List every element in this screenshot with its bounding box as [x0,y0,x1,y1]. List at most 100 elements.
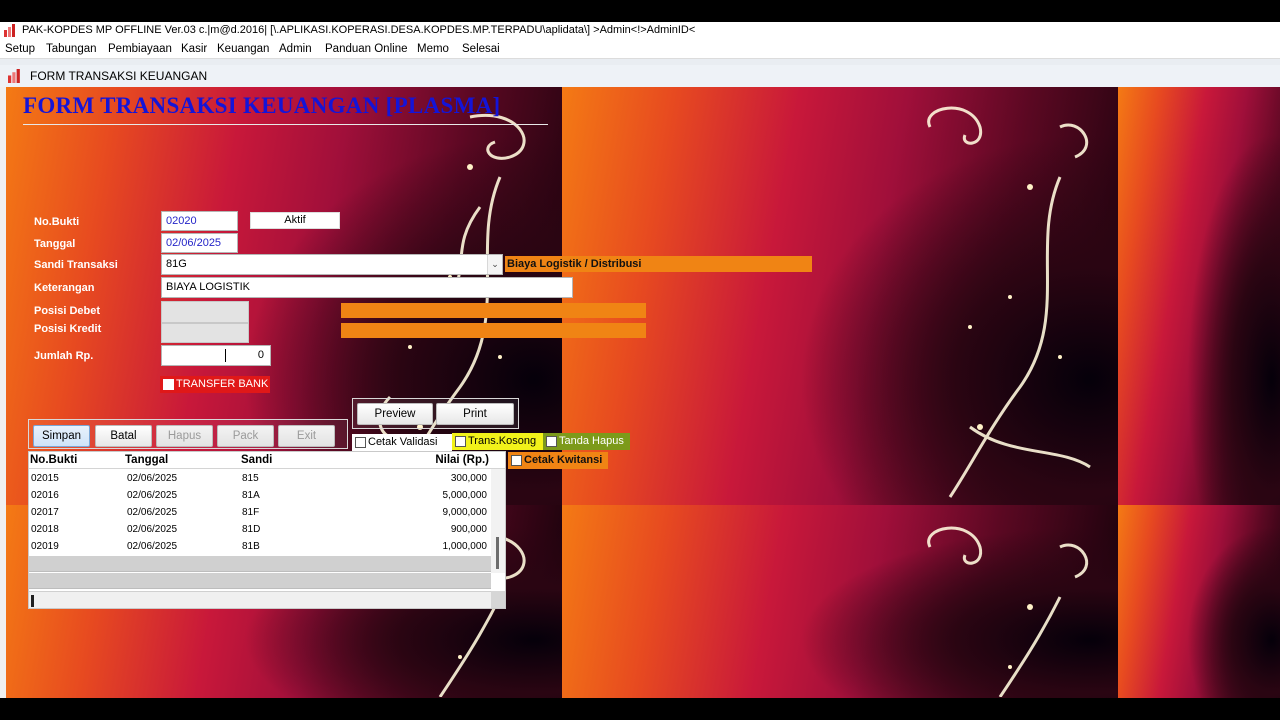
chevron-down-icon[interactable]: ⌄ [487,255,502,274]
status-badge: Aktif [250,212,340,229]
checkbox-box[interactable] [163,379,174,390]
trans-kosong-label: Trans.Kosong [468,435,537,447]
pack-button[interactable]: Pack [217,425,274,447]
cetak-kwitansi-label: Cetak Kwitansi [524,454,603,466]
background-tile [1118,505,1280,698]
cell-nilai: 1,000,000 [442,541,488,552]
jumlah-field[interactable]: 0 [161,345,271,366]
table-header: No.Bukti Tanggal Sandi Nilai (Rp.) [29,452,505,469]
table-row[interactable]: 02016 02/06/2025 81A 5,000,000 [29,487,491,504]
simpan-button[interactable]: Simpan [33,425,90,447]
sandi-value: 81G [166,258,187,270]
table-row[interactable]: 02019 02/06/2025 81B 1,000,000 [29,538,491,555]
menu-memo[interactable]: Memo [417,39,449,59]
table-row[interactable]: 02015 02/06/2025 815 300,000 [29,470,491,487]
empty-row [29,573,491,589]
scrollbar-thumb[interactable] [496,537,499,569]
horizontal-scrollbar[interactable] [29,591,491,608]
cell-no-bukti: 02016 [31,490,59,501]
scrollbar-corner [491,591,505,608]
posisi-kredit-field[interactable] [161,323,249,343]
sandi-transaksi-select[interactable]: 81G ⌄ [161,254,503,275]
menu-tabungan[interactable]: Tabungan [46,39,97,59]
background-tile [1118,87,1280,505]
menu-kasir[interactable]: Kasir [181,39,207,59]
menu-admin[interactable]: Admin [279,39,312,59]
cell-sandi: 81D [242,524,261,535]
menu-bar: Setup Tabungan Pembiayaan Kasir Keuangan… [0,39,1280,59]
cell-tanggal: 02/06/2025 [127,490,178,501]
left-border [0,87,6,698]
form-background: FORM TRANSAKSI KEUANGAN [PLASMA] No.Bukt… [0,87,1280,698]
cell-sandi: 81F [242,507,260,518]
menu-selesai[interactable]: Selesai [462,39,500,59]
menu-pembiayaan[interactable]: Pembiayaan [108,39,172,59]
checkbox-box[interactable] [355,437,366,448]
transfer-bank-checkbox[interactable]: TRANSFER BANK [160,376,271,393]
form-heading: FORM TRANSAKSI KEUANGAN [PLASMA] [23,93,501,118]
label-no-bukti: No.Bukti [34,216,80,228]
menu-keuangan[interactable]: Keuangan [217,39,269,59]
cell-sandi: 815 [242,473,259,484]
exit-button[interactable]: Exit [278,425,335,447]
jumlah-value: 0 [257,349,264,361]
table-row[interactable]: 02017 02/06/2025 81F 9,000,000 [29,504,491,521]
transactions-table[interactable]: No.Bukti Tanggal Sandi Nilai (Rp.) 02015… [28,451,506,609]
cell-nilai: 300,000 [450,473,487,484]
trans-kosong-checkbox[interactable]: Trans.Kosong [452,433,543,450]
cetak-validasi-checkbox[interactable]: Cetak Validasi [352,434,452,451]
cell-tanggal: 02/06/2025 [127,473,178,484]
label-posisi-debet: Posisi Debet [34,305,101,317]
cell-nilai: 5,000,000 [442,490,488,501]
cell-no-bukti: 02015 [31,473,59,484]
batal-button[interactable]: Batal [95,425,152,447]
cell-no-bukti: 02019 [31,541,59,552]
label-sandi-transaksi: Sandi Transaksi [34,259,118,271]
table-row[interactable]: 02018 02/06/2025 81D 900,000 [29,521,491,538]
cell-tanggal: 02/06/2025 [127,524,178,535]
tanggal-field[interactable]: 02/06/2025 [161,233,238,253]
label-tanggal: Tanggal [34,238,76,250]
column-header[interactable]: Tanggal [125,452,168,469]
hapus-button[interactable]: Hapus [156,425,213,447]
cell-tanggal: 02/06/2025 [127,507,178,518]
cetak-validasi-label: Cetak Validasi [368,436,438,448]
checkbox-box[interactable] [455,436,466,447]
keterangan-field[interactable]: BIAYA LOGISTIK [161,277,573,298]
text-cursor [225,349,226,362]
empty-row [29,556,491,572]
checkbox-box[interactable] [511,455,522,466]
posisi-kredit-description [341,323,646,338]
ornament-swirl [927,526,1089,697]
tanda-hapus-checkbox[interactable]: Tanda Hapus [543,433,630,450]
vertical-scrollbar[interactable] [491,469,505,573]
tanda-hapus-label: Tanda Hapus [559,435,624,447]
cell-tanggal: 02/06/2025 [127,541,178,552]
label-jumlah: Jumlah Rp. [34,350,94,362]
cell-nilai: 9,000,000 [442,507,488,518]
column-header[interactable]: Sandi [241,452,272,469]
posisi-debet-field[interactable] [161,301,249,323]
scrollbar-thumb[interactable] [31,595,34,607]
label-posisi-kredit: Posisi Kredit [34,323,102,335]
menu-setup[interactable]: Setup [5,39,35,59]
preview-button[interactable]: Preview [357,403,433,425]
column-header[interactable]: Nilai (Rp.) [311,452,489,469]
child-window-title-bar: FORM TRANSAKSI KEUANGAN [0,65,1280,87]
window-title: PAK-KOPDES MP OFFLINE Ver.03 c.|m@d.2016… [22,24,696,36]
no-bukti-field[interactable]: 02020 [161,211,238,231]
checkbox-box[interactable] [546,436,557,447]
title-bar: PAK-KOPDES MP OFFLINE Ver.03 c.|m@d.2016… [0,22,1280,39]
print-button[interactable]: Print [436,403,514,425]
app-icon [4,24,15,37]
label-keterangan: Keterangan [34,282,95,294]
sandi-description: Biaya Logistik / Distribusi [505,256,812,272]
heading-underline [23,124,548,125]
cell-sandi: 81A [242,490,260,501]
child-window-title: FORM TRANSAKSI KEUANGAN [30,69,208,83]
menu-panduan-online[interactable]: Panduan Online [325,39,407,59]
cetak-kwitansi-checkbox[interactable]: Cetak Kwitansi [508,452,608,469]
column-header[interactable]: No.Bukti [30,452,77,469]
transfer-bank-label: TRANSFER BANK [176,378,269,390]
ornament-swirl [927,106,1091,498]
